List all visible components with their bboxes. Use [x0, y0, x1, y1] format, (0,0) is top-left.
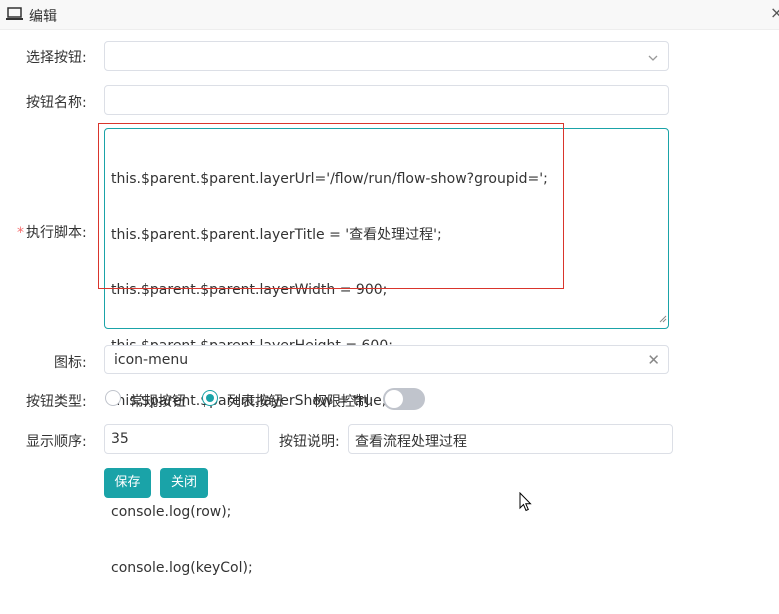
code-line: console.log(keyCol); — [111, 559, 253, 576]
script-label: * 执行脚本: — [17, 222, 87, 242]
save-button[interactable]: 保存 — [104, 468, 151, 498]
mouse-cursor-icon — [519, 491, 532, 516]
script-textarea[interactable]: this.$parent.$parent.layerUrl='/flow/run… — [104, 128, 669, 576]
toggle-knob — [385, 390, 403, 408]
code-line: this.$parent.$parent.layerWidth = 900; — [111, 282, 388, 298]
order-input[interactable]: 35 — [104, 424, 269, 454]
radio-normal-label[interactable]: 常规按钮 — [130, 391, 186, 411]
select-button-label: 选择按钮: — [26, 50, 87, 66]
radio-list-button[interactable] — [202, 390, 218, 406]
permission-label: 权限控制: — [313, 394, 374, 410]
description-label: 按钮说明: — [279, 434, 340, 450]
dialog-title: 编辑 — [29, 9, 57, 25]
icon-label: 图标: — [54, 355, 87, 371]
order-label: 显示顺序: — [26, 434, 87, 450]
select-button-dropdown[interactable] — [104, 41, 669, 71]
chevron-down-icon — [648, 51, 658, 67]
description-value: 查看流程处理过程 — [355, 434, 467, 450]
resize-handle-icon[interactable] — [659, 311, 667, 327]
code-line: console.log(row); — [111, 504, 232, 520]
script-label-text: 执行脚本: — [26, 225, 87, 241]
clear-icon[interactable]: ✕ — [647, 352, 660, 368]
button-type-label: 按钮类型: — [26, 394, 87, 410]
laptop-icon — [6, 7, 23, 25]
close-icon[interactable]: × — [770, 3, 779, 22]
icon-value: icon-menu — [114, 352, 189, 368]
icon-input[interactable]: icon-menu ✕ — [104, 345, 669, 374]
button-name-label: 按钮名称: — [26, 95, 87, 111]
required-mark: * — [17, 225, 24, 241]
code-line: this.$parent.$parent.layerUrl='/flow/run… — [111, 171, 548, 187]
description-input[interactable]: 查看流程处理过程 — [348, 424, 673, 454]
permission-toggle[interactable] — [383, 388, 425, 410]
close-button[interactable]: 关闭 — [160, 468, 208, 498]
order-value: 35 — [111, 431, 129, 447]
radio-list-label[interactable]: 列表按钮 — [227, 391, 283, 411]
code-line: this.$parent.$parent.layerTitle = '查看处理过… — [111, 226, 442, 243]
button-name-input[interactable] — [104, 85, 669, 115]
radio-normal-button[interactable] — [105, 390, 121, 406]
dialog-titlebar: 编辑 × — [0, 0, 779, 30]
